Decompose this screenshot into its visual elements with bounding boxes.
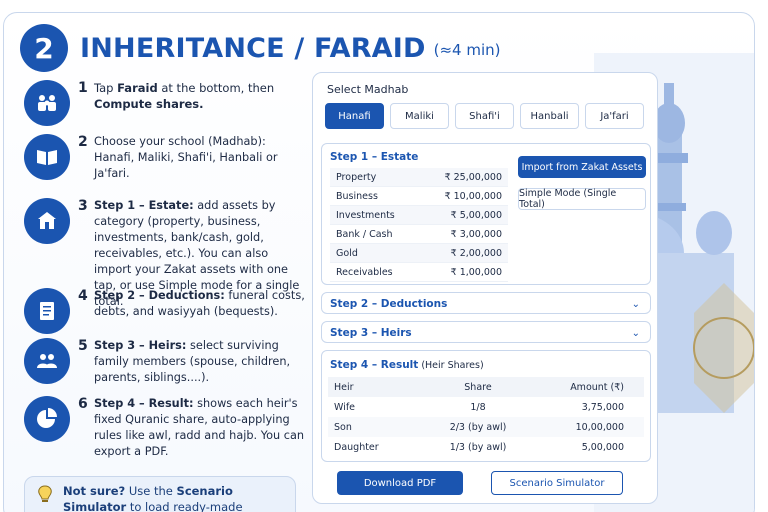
table-row: Wife 1/8 3,75,000 [334, 401, 624, 413]
asset-row[interactable]: Gold ₹ 2,00,000 [330, 244, 508, 263]
simple-mode-button[interactable]: Simple Mode (Single Total) [518, 188, 646, 210]
scenario-simulator-button[interactable]: Scenario Simulator [491, 471, 623, 495]
result-table: Heir Share Amount (₹) Wife 1/8 3,75,000 Son 2… [328, 377, 644, 457]
chevron-down-icon: ⌄ [631, 299, 640, 310]
tip-text: Use the [125, 484, 177, 498]
step-4: 4 Step 2 – Deductions: funeral costs, de… [24, 288, 306, 334]
step-text: Choose your school (Madhab): Hanafi, Mal… [94, 135, 278, 180]
madhab-maliki[interactable]: Maliki [390, 103, 449, 129]
lightbulb-icon [38, 485, 52, 502]
chevron-down-icon: ⌄ [631, 328, 640, 339]
family-icon [24, 80, 70, 126]
result-title: Step 4 – Result [330, 359, 419, 371]
asset-row[interactable]: Receivables ₹ 1,00,000 [330, 263, 508, 282]
header: 2 INHERITANCE / FARAID (≈4 min) [20, 24, 501, 72]
table-header-row: Heir Share Amount (₹) [328, 377, 644, 397]
step-1: 1 Tap Faraid at the bottom, then Compute… [24, 80, 306, 126]
asset-row[interactable]: Bank / Cash ₹ 3,00,000 [330, 225, 508, 244]
import-zakat-button[interactable]: Import from Zakat Assets [518, 156, 646, 178]
heirs-card[interactable]: Step 3 – Heirs ⌄ [321, 321, 651, 343]
step-number: 5 [78, 338, 88, 354]
madhab-hanafi[interactable]: Hanafi [325, 103, 384, 129]
page-title: INHERITANCE / FARAID [80, 32, 426, 64]
tip-strong: Not sure? [63, 484, 126, 498]
estate-title: Step 1 – Estate [330, 151, 419, 163]
book-icon [24, 134, 70, 180]
step-5: 5 Step 3 – Heirs: select surviving famil… [24, 338, 306, 386]
madhab-jafari[interactable]: Ja'fari [585, 103, 644, 129]
step-text: Step 3 – Heirs: select surviving family … [94, 339, 291, 384]
faraid-app-panel: Select Madhab Hanafi Maliki Shafi'i Hanb… [312, 72, 658, 504]
heirs-title: Step 3 – Heirs [330, 327, 412, 339]
table-row: Son 2/3 (by awl) 10,00,000 [328, 417, 644, 437]
madhab-shafii[interactable]: Shafi'i [455, 103, 514, 129]
deductions-card[interactable]: Step 2 – Deductions ⌄ [321, 292, 651, 314]
step-text: Tap Faraid at the bottom, then Compute s… [94, 81, 275, 111]
asset-row[interactable]: Business ₹ 10,00,000 [330, 187, 508, 206]
deductions-title: Step 2 – Deductions [330, 298, 448, 310]
asset-list: Property ₹ 25,00,000 Business ₹ 10,00,000 … [330, 168, 508, 282]
result-title-suffix: (Heir Shares) [418, 360, 484, 371]
step-number: 6 [78, 396, 88, 412]
result-card: Step 4 – Result (Heir Shares) Heir Share A… [321, 350, 651, 462]
step-number: 1 [78, 80, 88, 96]
download-pdf-button[interactable]: Download PDF [337, 471, 463, 495]
step-number: 4 [78, 288, 88, 304]
step-number-badge: 2 [20, 24, 68, 72]
step-number: 2 [78, 134, 88, 150]
page-subtitle: (≈4 min) [433, 41, 501, 59]
result-heading: Step 4 – Result (Heir Shares) [330, 359, 484, 371]
tip-box: Not sure? Use the Scenario Simulator to … [24, 476, 296, 512]
document-icon [24, 288, 70, 334]
pie-chart-icon [24, 396, 70, 442]
people-icon [24, 338, 70, 384]
step-text: Step 2 – Deductions: funeral costs, debt… [94, 289, 305, 318]
step-6: 6 Step 4 – Result: shows each heir's fix… [24, 396, 306, 460]
asset-row[interactable]: Property ₹ 25,00,000 [330, 168, 508, 187]
madhab-label: Select Madhab [327, 83, 409, 96]
asset-row[interactable]: Investments ₹ 5,00,000 [330, 206, 508, 225]
table-row: Daughter 1/3 (by awl) 5,00,000 [334, 441, 624, 453]
estate-card: Step 1 – Estate Property ₹ 25,00,000 Busi… [321, 143, 651, 285]
madhab-hanbali[interactable]: Hanbali [520, 103, 579, 129]
step-text: Step 4 – Result: shows each heir's fixed… [94, 397, 305, 458]
step-2: 2 Choose your school (Madhab): Hanafi, M… [24, 134, 306, 182]
madhab-selector: Hanafi Maliki Shafi'i Hanbali Ja'fari [325, 103, 644, 129]
house-icon [24, 198, 70, 244]
